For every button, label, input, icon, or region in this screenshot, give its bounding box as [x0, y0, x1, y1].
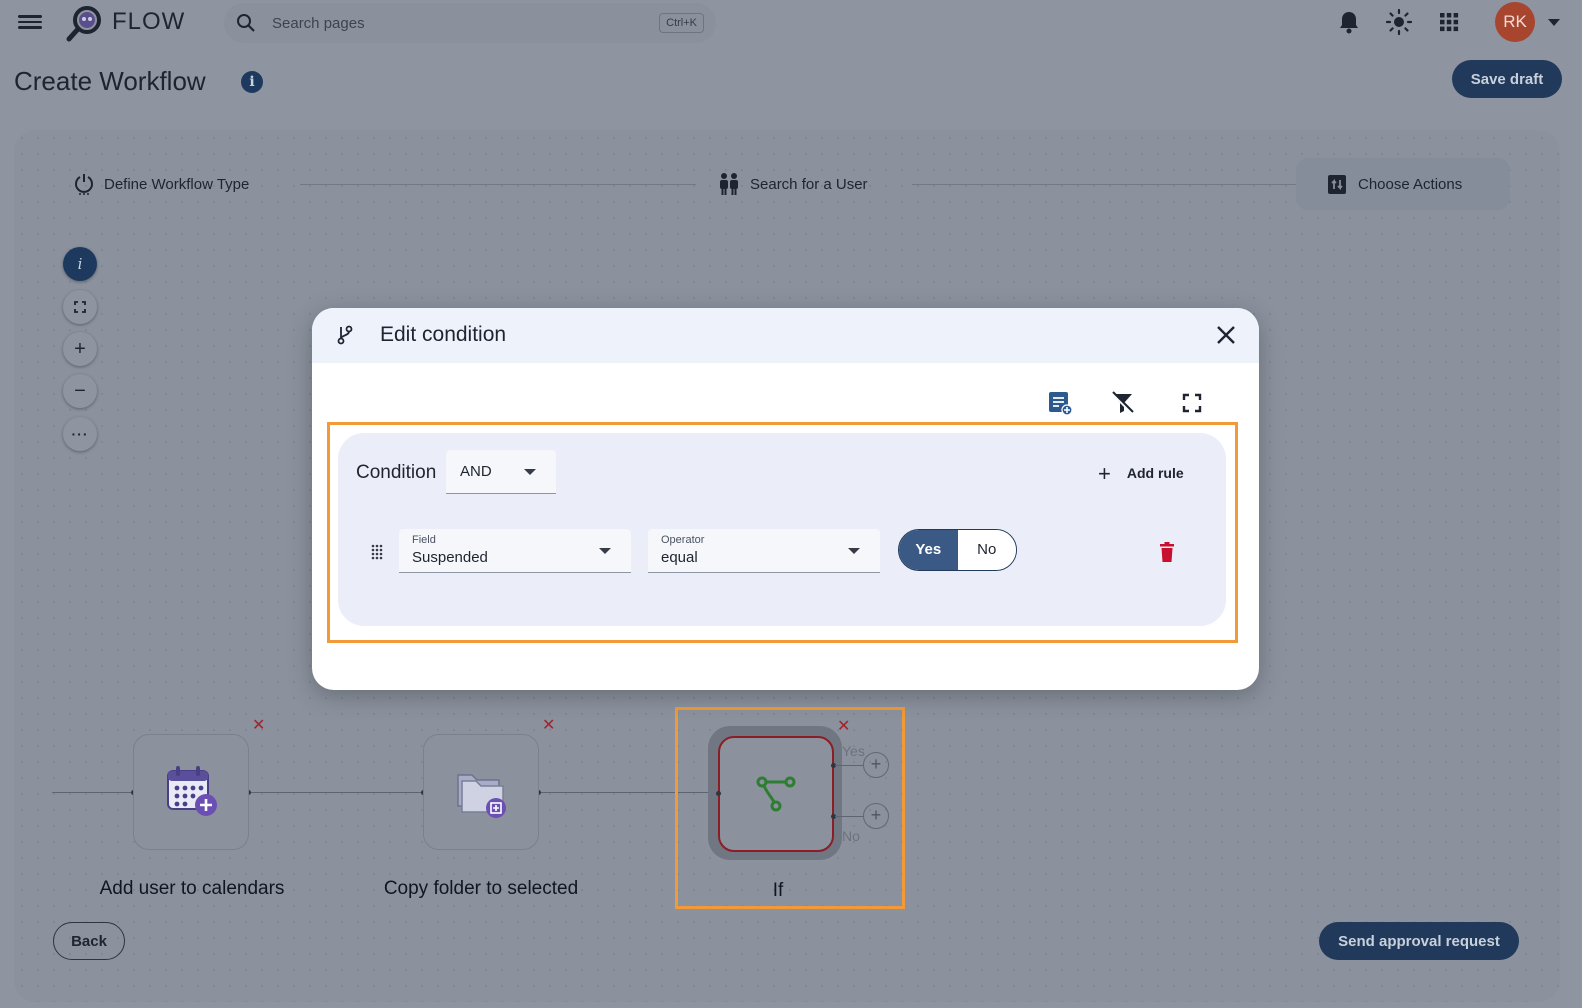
- flow-edge: [248, 792, 424, 793]
- node-label: If: [772, 880, 784, 901]
- hamburger-menu-icon[interactable]: [18, 12, 42, 32]
- modal-title: Edit condition: [380, 323, 507, 346]
- search-bar[interactable]: Search pages Ctrl+K: [224, 3, 716, 43]
- user-avatar[interactable]: RK: [1495, 2, 1535, 42]
- dropdown-arrow-icon: [599, 548, 611, 554]
- minus-icon: −: [74, 379, 86, 402]
- fit-view-button[interactable]: [63, 290, 97, 324]
- node-add-user-to-calendars[interactable]: [133, 734, 249, 850]
- power-icon: [75, 174, 93, 195]
- step-choose-actions[interactable]: Choose Actions: [1296, 158, 1510, 210]
- combinator-select[interactable]: AND: [446, 450, 556, 494]
- search-placeholder: Search pages: [272, 15, 365, 32]
- operator-value: equal: [661, 549, 698, 566]
- info-icon[interactable]: i: [241, 71, 263, 93]
- step-define-workflow-type[interactable]: Define Workflow Type: [74, 158, 249, 210]
- add-group-icon[interactable]: [1047, 390, 1073, 416]
- plus-icon: +: [74, 337, 86, 360]
- actions-icon: [1328, 175, 1346, 194]
- delete-rule-icon[interactable]: [1158, 541, 1176, 563]
- value-toggle: Yes No: [898, 529, 1017, 571]
- step-label: Choose Actions: [1358, 175, 1463, 193]
- users-icon: [720, 173, 738, 195]
- branch-no-label: No: [842, 828, 860, 844]
- remove-node-icon[interactable]: ✕: [837, 716, 850, 736]
- branch-edge-yes: [835, 765, 863, 766]
- stepper: Define Workflow Type Search for a User C…: [14, 158, 1560, 210]
- dropdown-arrow-icon: [524, 469, 536, 475]
- add-no-branch-button[interactable]: +: [863, 803, 889, 829]
- add-rule-button[interactable]: + Add rule: [1098, 461, 1184, 487]
- folder-copy-icon: [457, 774, 506, 818]
- step-label: Search for a User: [750, 175, 868, 193]
- top-bar: FLOW Search pages Ctrl+K RK: [0, 0, 1582, 44]
- plus-icon: +: [1098, 461, 1111, 486]
- modal-header: Edit condition: [312, 308, 1259, 363]
- step-connector: [300, 184, 696, 185]
- close-icon[interactable]: [1213, 322, 1239, 348]
- search-icon: [237, 14, 255, 32]
- calendar-add-icon: [167, 766, 217, 816]
- flow-logo: [66, 6, 101, 42]
- toggle-no[interactable]: No: [957, 530, 1016, 570]
- operator-label: Operator: [661, 534, 705, 546]
- apps-grid-icon[interactable]: [1435, 8, 1463, 36]
- step-label: Define Workflow Type: [104, 175, 250, 193]
- rule-operator-select[interactable]: Operator equal: [648, 529, 880, 573]
- remove-node-icon[interactable]: ✕: [542, 715, 555, 735]
- combinator-value: AND: [460, 463, 492, 480]
- add-rule-label: Add rule: [1126, 465, 1184, 481]
- canvas-info-button[interactable]: i: [63, 247, 97, 281]
- brand-name: FLOW: [112, 8, 186, 35]
- edit-condition-modal: Edit condition Condition AND + Add rule: [312, 308, 1259, 690]
- node-copy-folder-to-selected[interactable]: [423, 734, 539, 850]
- more-options-button[interactable]: ···: [63, 417, 97, 451]
- node-label: Add user to calendars: [99, 878, 285, 899]
- node-if[interactable]: [718, 736, 834, 852]
- flow-edge: [52, 792, 134, 793]
- back-button[interactable]: Back: [53, 922, 125, 960]
- ellipsis-icon: ···: [71, 426, 89, 442]
- condition-group: Condition AND + Add rule Field Suspended: [338, 433, 1226, 626]
- fullscreen-icon[interactable]: [1179, 390, 1205, 416]
- condition-highlight: Condition AND + Add rule Field Suspended: [327, 422, 1238, 643]
- node-label: Copy folder to selected: [383, 878, 579, 899]
- clear-filter-icon[interactable]: [1109, 390, 1135, 416]
- condition-label: Condition: [356, 462, 437, 483]
- field-value: Suspended: [412, 549, 488, 566]
- zoom-in-button[interactable]: +: [63, 332, 97, 366]
- search-shortcut-badge: Ctrl+K: [659, 13, 704, 33]
- remove-node-icon[interactable]: ✕: [252, 715, 265, 735]
- fullscreen-icon: [74, 301, 86, 313]
- save-draft-button[interactable]: Save draft: [1452, 60, 1562, 98]
- theme-sun-icon[interactable]: [1385, 8, 1413, 36]
- toggle-yes[interactable]: Yes: [899, 530, 958, 570]
- branch-icon: [337, 325, 353, 345]
- branch-icon: [756, 776, 796, 812]
- if-node-highlight: ✕ Yes No + + If: [675, 707, 905, 909]
- notifications-bell-icon[interactable]: [1335, 8, 1363, 36]
- step-connector: [912, 184, 1296, 185]
- branch-edge-no: [835, 816, 863, 817]
- dropdown-arrow-icon: [848, 548, 860, 554]
- node-port[interactable]: [716, 791, 721, 796]
- drag-handle-icon[interactable]: [370, 543, 384, 561]
- rule-field-select[interactable]: Field Suspended: [399, 529, 631, 573]
- zoom-out-button[interactable]: −: [63, 374, 97, 408]
- add-yes-branch-button[interactable]: +: [863, 752, 889, 778]
- page-title: Create Workflow: [14, 66, 206, 96]
- send-approval-request-button[interactable]: Send approval request: [1319, 922, 1519, 960]
- chevron-down-icon[interactable]: [1548, 19, 1560, 26]
- branch-yes-label: Yes: [842, 743, 865, 759]
- step-search-for-user[interactable]: Search for a User: [718, 158, 868, 210]
- field-label: Field: [412, 534, 436, 546]
